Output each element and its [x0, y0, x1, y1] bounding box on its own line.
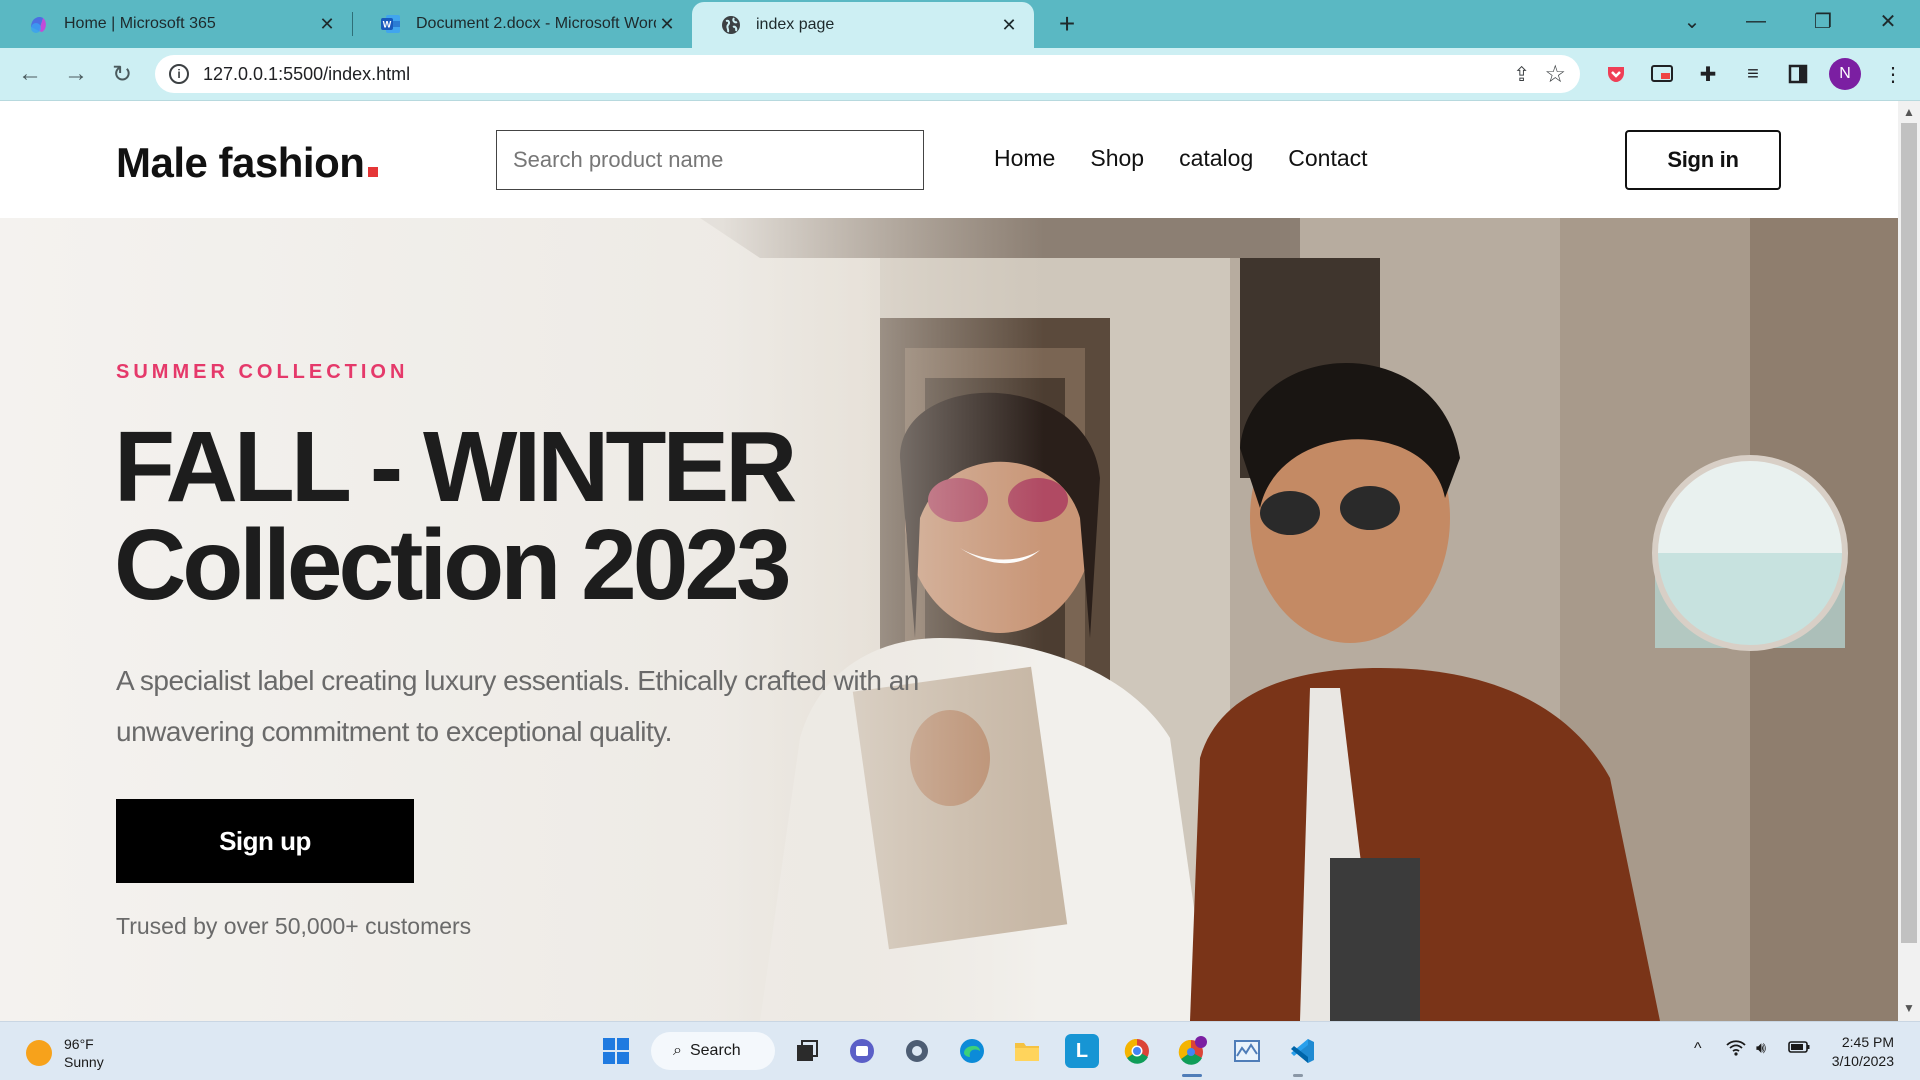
browser-toolbar: ← → ↻ i 127.0.0.1:5500/index.html ⇪ ☆ ✚ …: [0, 48, 1920, 101]
headline-line-2: Collection 2023: [114, 509, 792, 621]
tab-microsoft-365[interactable]: Home | Microsoft 365 ✕: [0, 0, 352, 48]
windows-taskbar: 96°F Sunny ⌕ Search L ^ 🔊︎ 2:45 PM 3/10/…: [0, 1021, 1920, 1080]
nav-link-contact[interactable]: Contact: [1288, 145, 1367, 172]
tab-title: Home | Microsoft 365: [64, 15, 216, 32]
trusted-customers-text: Trused by over 50,000+ customers: [116, 913, 472, 939]
site-header: Male fashion Home Shop catalog Contact S…: [0, 101, 1898, 218]
show-hidden-icons-chevron[interactable]: ^: [1694, 1040, 1702, 1058]
hero-subtext: A specialist label creating luxury essen…: [116, 665, 919, 747]
scrollbar-thumb[interactable]: [1901, 123, 1917, 943]
address-bar[interactable]: i 127.0.0.1:5500/index.html ⇪ ☆: [155, 55, 1580, 93]
reload-button[interactable]: ↻: [106, 58, 138, 90]
scroll-down-arrow-icon[interactable]: ▼: [1903, 1001, 1915, 1015]
headline-line-1: FALL - WINTER: [114, 411, 797, 523]
sign-in-button[interactable]: Sign in: [1625, 130, 1781, 190]
tab-index-page[interactable]: index page ✕: [692, 2, 1034, 48]
close-window-button[interactable]: ✕: [1859, 0, 1917, 42]
weather-desc: Sunny: [64, 1054, 104, 1070]
new-tab-button[interactable]: +: [1052, 8, 1082, 39]
main-nav: Home Shop catalog Contact: [994, 145, 1368, 172]
microsoft-365-icon: [31, 17, 46, 33]
logo-text: Male fashion: [116, 139, 365, 186]
tab-word-document[interactable]: W Document 2.docx - Microsoft Word ✕: [352, 0, 692, 48]
share-icon[interactable]: ⇪: [1513, 62, 1530, 87]
reading-list-icon[interactable]: ≡: [1740, 61, 1766, 87]
hero-section: SUMMER COLLECTION FALL - WINTER Collecti…: [0, 218, 1898, 1021]
weather-widget[interactable]: 96°F Sunny: [26, 1035, 104, 1071]
chrome-profile-icon[interactable]: [1175, 1034, 1209, 1068]
tab-search-chevron-icon[interactable]: ⌄: [1663, 0, 1721, 42]
performance-monitor-icon[interactable]: [1230, 1034, 1264, 1068]
tab-title: Document 2.docx - Microsoft Word: [416, 15, 656, 32]
hero-headline: FALL - WINTER Collection 2023: [114, 411, 797, 621]
back-button[interactable]: ←: [14, 58, 46, 90]
search-icon: ⌕: [673, 1042, 682, 1059]
vscode-icon[interactable]: [1285, 1034, 1319, 1068]
side-panel-icon[interactable]: [1785, 61, 1811, 87]
close-tab-icon[interactable]: ✕: [998, 14, 1020, 36]
battery-icon[interactable]: [1788, 1040, 1810, 1059]
globe-icon: [722, 16, 740, 34]
taskbar-search[interactable]: ⌕ Search: [651, 1032, 775, 1070]
volume-icon[interactable]: 🔊︎: [1756, 1040, 1766, 1058]
sign-up-button[interactable]: Sign up: [116, 799, 414, 883]
taskbar-clock[interactable]: 2:45 PM 3/10/2023: [1832, 1033, 1894, 1071]
close-tab-icon[interactable]: ✕: [316, 13, 338, 35]
taskbar-search-label: Search: [689, 1042, 741, 1059]
extensions-puzzle-icon[interactable]: ✚: [1695, 61, 1721, 87]
settings-gear-icon[interactable]: [900, 1034, 934, 1068]
product-search-input[interactable]: [496, 130, 924, 190]
cast-icon[interactable]: [1649, 61, 1675, 87]
nav-link-shop[interactable]: Shop: [1090, 145, 1144, 172]
minimize-button[interactable]: —: [1727, 0, 1785, 42]
clock-date: 3/10/2023: [1831, 1053, 1894, 1069]
site-logo[interactable]: Male fashion: [116, 139, 379, 187]
url-text[interactable]: 127.0.0.1:5500/index.html: [203, 64, 410, 85]
edge-browser-icon[interactable]: [955, 1034, 989, 1068]
restore-button[interactable]: ❐: [1794, 0, 1852, 42]
profile-avatar[interactable]: N: [1829, 58, 1861, 90]
start-windows-icon[interactable]: [599, 1034, 633, 1068]
word-icon: W: [381, 15, 400, 33]
page-scrollbar[interactable]: ▲ ▼: [1898, 101, 1920, 1021]
app-l-icon[interactable]: L: [1065, 1034, 1099, 1068]
hero-eyebrow: SUMMER COLLECTION: [116, 361, 409, 383]
nav-link-home[interactable]: Home: [994, 145, 1055, 172]
nav-link-catalog[interactable]: catalog: [1179, 145, 1253, 172]
svg-text:W: W: [383, 20, 392, 30]
scroll-up-arrow-icon[interactable]: ▲: [1903, 105, 1915, 119]
file-explorer-icon[interactable]: [1010, 1034, 1044, 1068]
browser-tab-strip: Home | Microsoft 365 ✕ W Document 2.docx…: [0, 0, 1920, 48]
sun-icon: [26, 1040, 52, 1066]
teams-chat-icon[interactable]: [845, 1034, 879, 1068]
more-menu-icon[interactable]: ⋮: [1880, 61, 1906, 87]
chrome-icon[interactable]: [1120, 1034, 1154, 1068]
tab-title: index page: [756, 16, 835, 33]
site-info-icon[interactable]: i: [169, 64, 189, 84]
close-tab-icon[interactable]: ✕: [656, 13, 678, 35]
bookmark-star-icon[interactable]: ☆: [1544, 60, 1566, 89]
task-view-icon[interactable]: [790, 1034, 824, 1068]
active-app-indicator: [1182, 1074, 1202, 1077]
wifi-icon[interactable]: [1726, 1040, 1746, 1061]
clock-time: 2:45 PM: [1841, 1034, 1894, 1050]
weather-temp: 96°F: [64, 1036, 94, 1052]
page-viewport: Male fashion Home Shop catalog Contact S…: [0, 101, 1898, 1021]
pocket-extension-icon[interactable]: [1603, 61, 1629, 87]
forward-button[interactable]: →: [60, 58, 92, 90]
running-app-indicator: [1293, 1074, 1303, 1077]
logo-dot: [368, 167, 379, 177]
